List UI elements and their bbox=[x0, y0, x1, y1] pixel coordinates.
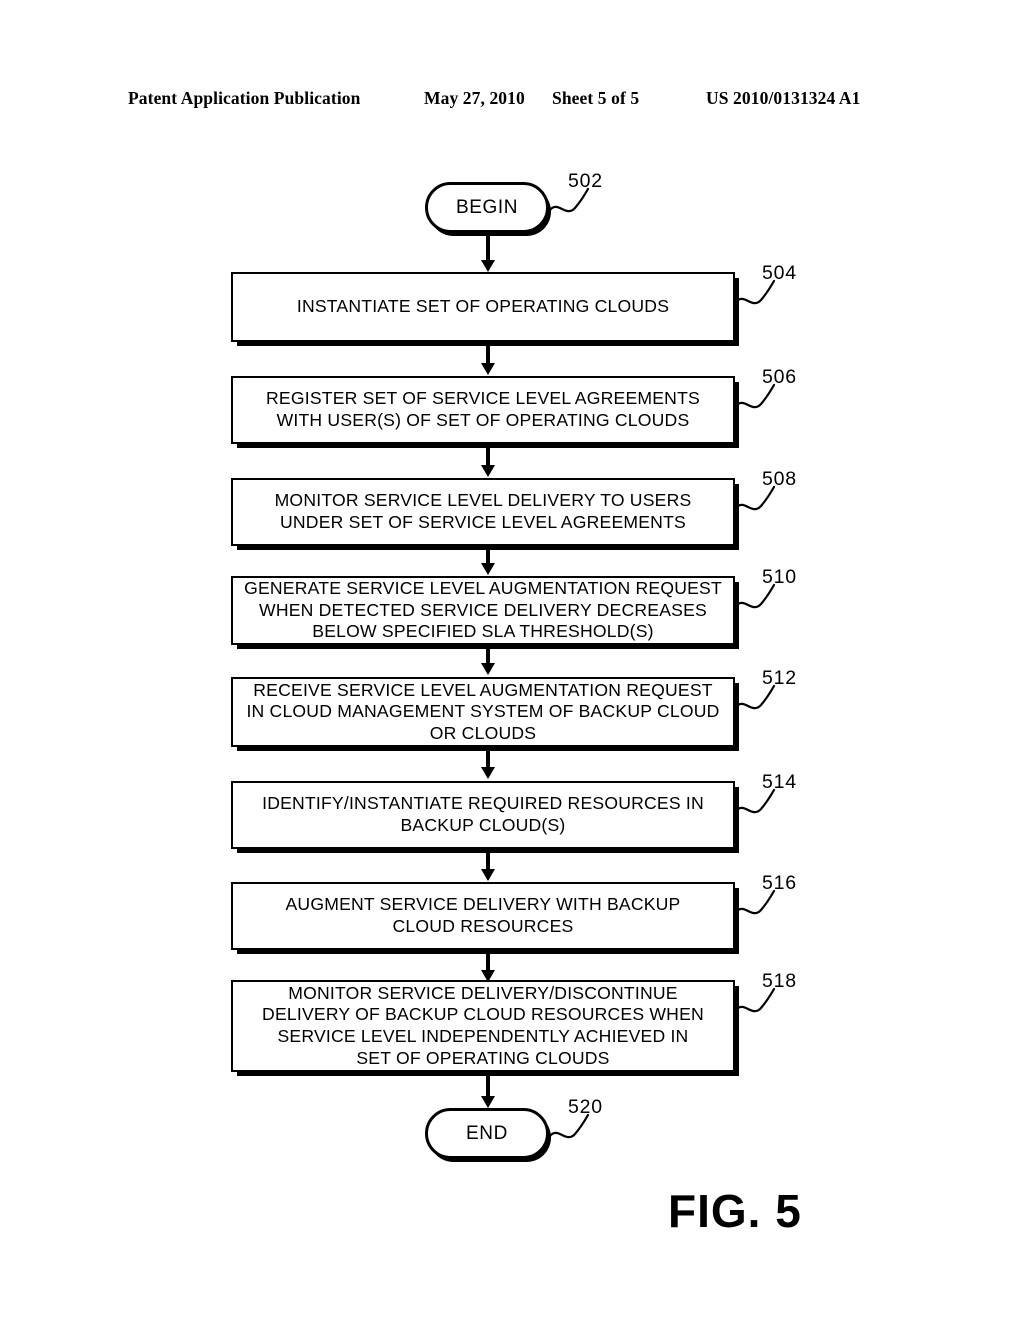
flow-step-516-text: AUGMENT SERVICE DELIVERY WITH BACKUP CLO… bbox=[285, 894, 681, 936]
ref-number-508: 508 bbox=[762, 468, 797, 490]
connector-arrow-514-to-516 bbox=[481, 850, 495, 881]
flow-step-510: GENERATE SERVICE LEVEL AUGMENTATION REQU… bbox=[231, 576, 735, 645]
ref-number-516: 516 bbox=[762, 872, 797, 894]
connector-arrow-516-to-518 bbox=[481, 951, 495, 982]
ref-number-514: 514 bbox=[762, 771, 797, 793]
flow-node-end: END bbox=[425, 1108, 549, 1159]
ref-number-510: 510 bbox=[762, 566, 797, 588]
flowchart-diagram: BEGIN 502 INSTANTIATE SET OF OPERATING C… bbox=[0, 0, 1024, 1320]
connector-arrow-508-to-510 bbox=[481, 547, 495, 575]
connector-arrow-506-to-508 bbox=[481, 445, 495, 477]
ref-number-506: 506 bbox=[762, 366, 797, 388]
flow-step-518-text: MONITOR SERVICE DELIVERY/DISCONTINUE DEL… bbox=[262, 982, 704, 1068]
connector-arrow-518-to-end bbox=[481, 1073, 495, 1108]
flow-step-512: RECEIVE SERVICE LEVEL AUGMENTATION REQUE… bbox=[231, 677, 735, 747]
connector-arrow-begin-to-504 bbox=[481, 233, 495, 272]
connector-arrow-504-to-506 bbox=[481, 343, 495, 375]
flow-node-begin: BEGIN bbox=[425, 182, 549, 233]
ref-number-504: 504 bbox=[762, 262, 797, 284]
ref-number-518: 518 bbox=[762, 970, 797, 992]
flow-step-508-text: MONITOR SERVICE LEVEL DELIVERY TO USERS … bbox=[274, 490, 692, 532]
figure-caption: FIG. 5 bbox=[668, 1185, 802, 1237]
flow-node-begin-label: BEGIN bbox=[455, 196, 519, 218]
flow-step-508: MONITOR SERVICE LEVEL DELIVERY TO USERS … bbox=[231, 478, 735, 546]
connector-arrow-512-to-514 bbox=[481, 748, 495, 779]
ref-number-502: 502 bbox=[568, 170, 603, 192]
flow-step-518: MONITOR SERVICE DELIVERY/DISCONTINUE DEL… bbox=[231, 980, 735, 1072]
flow-step-512-text: RECEIVE SERVICE LEVEL AUGMENTATION REQUE… bbox=[246, 679, 720, 743]
flow-node-end-label: END bbox=[466, 1122, 508, 1144]
connector-arrow-510-to-512 bbox=[481, 646, 495, 675]
ref-number-520: 520 bbox=[568, 1096, 603, 1118]
flow-step-514: IDENTIFY/INSTANTIATE REQUIRED RESOURCES … bbox=[231, 781, 735, 849]
flow-step-516: AUGMENT SERVICE DELIVERY WITH BACKUP CLO… bbox=[231, 882, 735, 950]
flow-step-506: REGISTER SET OF SERVICE LEVEL AGREEMENTS… bbox=[231, 376, 735, 444]
ref-number-512: 512 bbox=[762, 667, 797, 689]
flow-step-506-text: REGISTER SET OF SERVICE LEVEL AGREEMENTS… bbox=[266, 388, 700, 430]
flow-step-504-text: INSTANTIATE SET OF OPERATING CLOUDS bbox=[296, 296, 670, 317]
flow-step-504: INSTANTIATE SET OF OPERATING CLOUDS bbox=[231, 272, 735, 342]
flow-step-514-text: IDENTIFY/INSTANTIATE REQUIRED RESOURCES … bbox=[262, 793, 704, 835]
flow-step-510-text: GENERATE SERVICE LEVEL AUGMENTATION REQU… bbox=[244, 578, 722, 642]
